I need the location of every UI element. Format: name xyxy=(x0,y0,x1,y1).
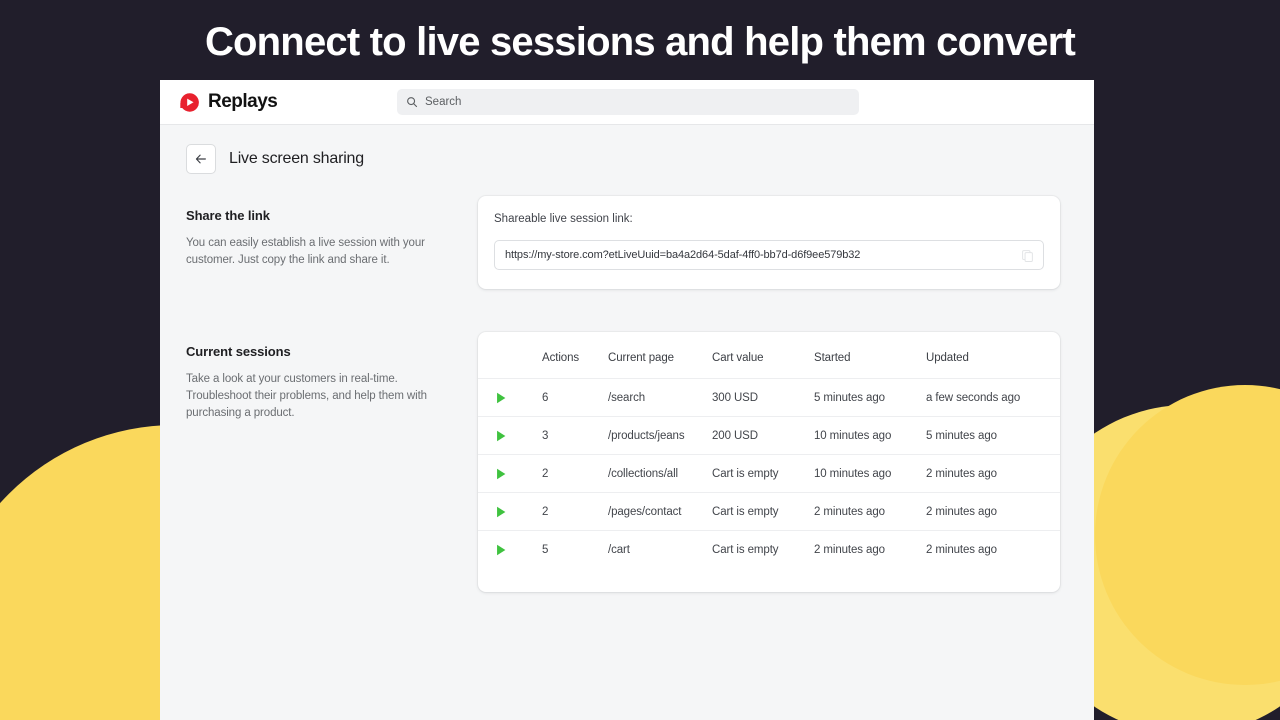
replays-logo-icon xyxy=(178,91,201,114)
session-started: 10 minutes ago xyxy=(814,417,926,455)
session-cart-value: 300 USD xyxy=(712,379,814,417)
session-started: 5 minutes ago xyxy=(814,379,926,417)
session-play-cell[interactable] xyxy=(478,379,542,417)
session-updated: 2 minutes ago xyxy=(926,531,1060,569)
column-header-cart-value: Cart value xyxy=(712,352,814,379)
current-sessions-section: Current sessions Take a look at your cus… xyxy=(186,332,1060,592)
session-cart-value: 200 USD xyxy=(712,417,814,455)
back-button[interactable] xyxy=(186,144,216,174)
session-cart-value: Cart is empty xyxy=(712,455,814,493)
session-play-cell[interactable] xyxy=(478,455,542,493)
session-actions-count: 2 xyxy=(542,493,608,531)
session-started: 10 minutes ago xyxy=(814,455,926,493)
share-link-section-text: Share the link You can easily establish … xyxy=(186,196,478,269)
session-play-cell[interactable] xyxy=(478,531,542,569)
session-play-cell[interactable] xyxy=(478,493,542,531)
current-sessions-description: Take a look at your customers in real-ti… xyxy=(186,371,454,422)
page-title-row: Live screen sharing xyxy=(160,125,1094,174)
session-started: 2 minutes ago xyxy=(814,493,926,531)
session-actions-count: 2 xyxy=(542,455,608,493)
session-actions-count: 3 xyxy=(542,417,608,455)
sessions-table: Actions Current page Cart value Started … xyxy=(478,352,1060,568)
session-cart-value: Cart is empty xyxy=(712,531,814,569)
table-row[interactable]: 5/cartCart is empty2 minutes ago2 minute… xyxy=(478,531,1060,569)
current-sessions-card: Actions Current page Cart value Started … xyxy=(478,332,1060,592)
current-sessions-section-text: Current sessions Take a look at your cus… xyxy=(186,332,478,422)
share-link-description: You can easily establish a live session … xyxy=(186,235,454,269)
share-link-heading: Share the link xyxy=(186,208,454,223)
brand-name: Replays xyxy=(208,91,277,113)
session-updated: 2 minutes ago xyxy=(926,493,1060,531)
copy-icon xyxy=(1021,249,1034,262)
column-header-started: Started xyxy=(814,352,926,379)
sessions-table-body: 6/search300 USD5 minutes agoa few second… xyxy=(478,379,1060,569)
play-icon[interactable] xyxy=(494,391,508,405)
play-icon[interactable] xyxy=(494,505,508,519)
session-current-page: /cart xyxy=(608,531,712,569)
column-header-updated: Updated xyxy=(926,352,1060,379)
session-actions-count: 6 xyxy=(542,379,608,417)
column-header-play xyxy=(478,352,542,379)
page-title: Live screen sharing xyxy=(229,150,364,168)
session-actions-count: 5 xyxy=(542,531,608,569)
share-link-field[interactable]: https://my-store.com?etLiveUuid=ba4a2d64… xyxy=(494,240,1044,270)
play-icon[interactable] xyxy=(494,429,508,443)
share-link-card-label: Shareable live session link: xyxy=(494,213,1044,225)
sessions-table-head: Actions Current page Cart value Started … xyxy=(478,352,1060,379)
session-started: 2 minutes ago xyxy=(814,531,926,569)
session-current-page: /products/jeans xyxy=(608,417,712,455)
copy-link-button[interactable] xyxy=(1015,243,1039,267)
table-row[interactable]: 6/search300 USD5 minutes agoa few second… xyxy=(478,379,1060,417)
search-input[interactable]: Search xyxy=(397,89,859,115)
share-link-section: Share the link You can easily establish … xyxy=(186,196,1060,289)
arrow-left-icon xyxy=(194,152,208,166)
play-icon[interactable] xyxy=(494,467,508,481)
share-link-value: https://my-store.com?etLiveUuid=ba4a2d64… xyxy=(505,249,1015,261)
headline: Connect to live sessions and help them c… xyxy=(0,16,1280,68)
column-header-actions: Actions xyxy=(542,352,608,379)
content-area: Share the link You can easily establish … xyxy=(160,174,1094,592)
session-updated: a few seconds ago xyxy=(926,379,1060,417)
session-updated: 2 minutes ago xyxy=(926,455,1060,493)
app-header: Replays Search xyxy=(160,80,1094,125)
session-updated: 5 minutes ago xyxy=(926,417,1060,455)
brand-logo[interactable]: Replays xyxy=(178,91,378,114)
table-header-row: Actions Current page Cart value Started … xyxy=(478,352,1060,379)
table-row[interactable]: 3/products/jeans200 USD10 minutes ago5 m… xyxy=(478,417,1060,455)
session-cart-value: Cart is empty xyxy=(712,493,814,531)
session-current-page: /pages/contact xyxy=(608,493,712,531)
table-row[interactable]: 2/collections/allCart is empty10 minutes… xyxy=(478,455,1060,493)
app-window: Replays Search Live screen sharing Share… xyxy=(160,80,1094,720)
share-link-card: Shareable live session link: https://my-… xyxy=(478,196,1060,289)
current-sessions-heading: Current sessions xyxy=(186,344,454,359)
column-header-current-page: Current page xyxy=(608,352,712,379)
session-current-page: /search xyxy=(608,379,712,417)
play-icon[interactable] xyxy=(494,543,508,557)
session-play-cell[interactable] xyxy=(478,417,542,455)
search-icon xyxy=(406,96,418,108)
session-current-page: /collections/all xyxy=(608,455,712,493)
search-placeholder: Search xyxy=(425,96,461,108)
table-row[interactable]: 2/pages/contactCart is empty2 minutes ag… xyxy=(478,493,1060,531)
